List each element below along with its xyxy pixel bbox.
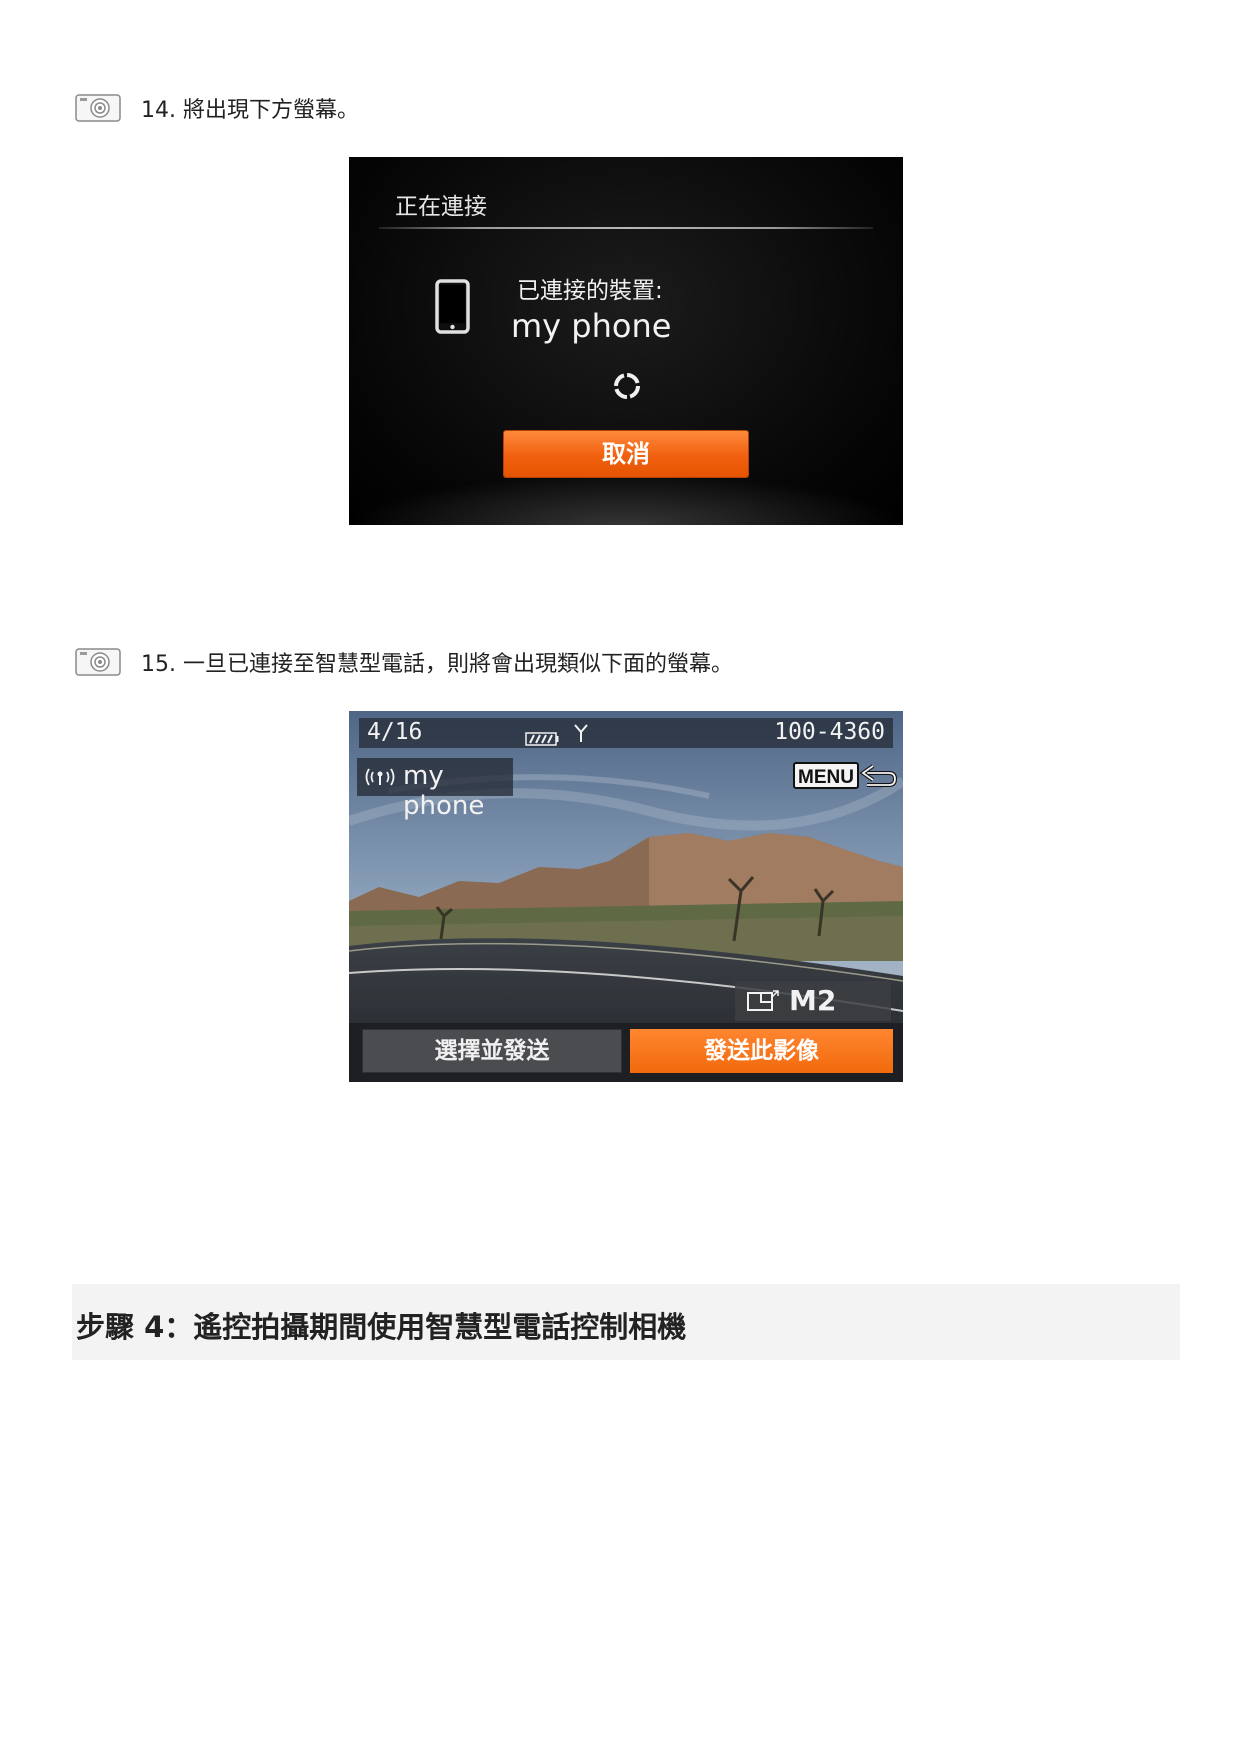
camera-icon <box>75 94 121 122</box>
menu-label: MENU <box>798 767 854 788</box>
device-name: my phone <box>403 761 485 821</box>
file-number: 100-4360 <box>774 719 885 745</box>
smartphone-icon <box>435 279 470 334</box>
menu-back-icon[interactable]: MENU <box>793 761 898 791</box>
section-heading: 步驟 4：遙控拍攝期間使用智慧型電話控制相機 <box>72 1284 1180 1360</box>
status-bar: 4/16 100-4360 <box>359 718 893 748</box>
image-size-badge: M2 <box>735 981 891 1021</box>
image-size-label: M2 <box>789 984 837 1017</box>
step-14-text: 14. 將出現下方螢幕。 <box>141 98 359 123</box>
battery-icon <box>525 726 559 746</box>
image-size-icon <box>747 990 779 1012</box>
select-and-send-button[interactable]: 選擇並發送 <box>362 1029 622 1073</box>
loading-spinner-icon <box>611 370 643 402</box>
step-15: 15. 一旦已連接至智慧型電話，則將會出現類似下面的螢幕。 <box>75 646 733 678</box>
antenna-icon <box>573 723 589 743</box>
section-heading-text: 步驟 4：遙控拍攝期間使用智慧型電話控制相機 <box>76 1310 687 1344</box>
camera-icon <box>75 648 121 676</box>
step-15-text: 15. 一旦已連接至智慧型電話，則將會出現類似下面的螢幕。 <box>141 652 733 677</box>
screen-glow <box>349 475 903 525</box>
connected-device-label: 已連接的裝置: <box>517 278 663 304</box>
connecting-title: 正在連接 <box>395 194 487 220</box>
connected-device-name: my phone <box>511 307 672 345</box>
send-this-image-button[interactable]: 發送此影像 <box>630 1029 893 1073</box>
playback-send-screen: 4/16 100-4360 my phone MENU M2 選擇並發送 發送此… <box>349 711 903 1082</box>
connecting-screen: 正在連接 已連接的裝置: my phone 取消 <box>349 157 903 525</box>
image-counter: 4/16 <box>367 719 423 745</box>
wifi-icon <box>362 766 398 788</box>
step-14: 14. 將出現下方螢幕。 <box>75 92 359 124</box>
connected-device-badge: my phone <box>357 758 513 821</box>
title-divider <box>379 227 873 229</box>
cancel-button[interactable]: 取消 <box>504 431 748 477</box>
